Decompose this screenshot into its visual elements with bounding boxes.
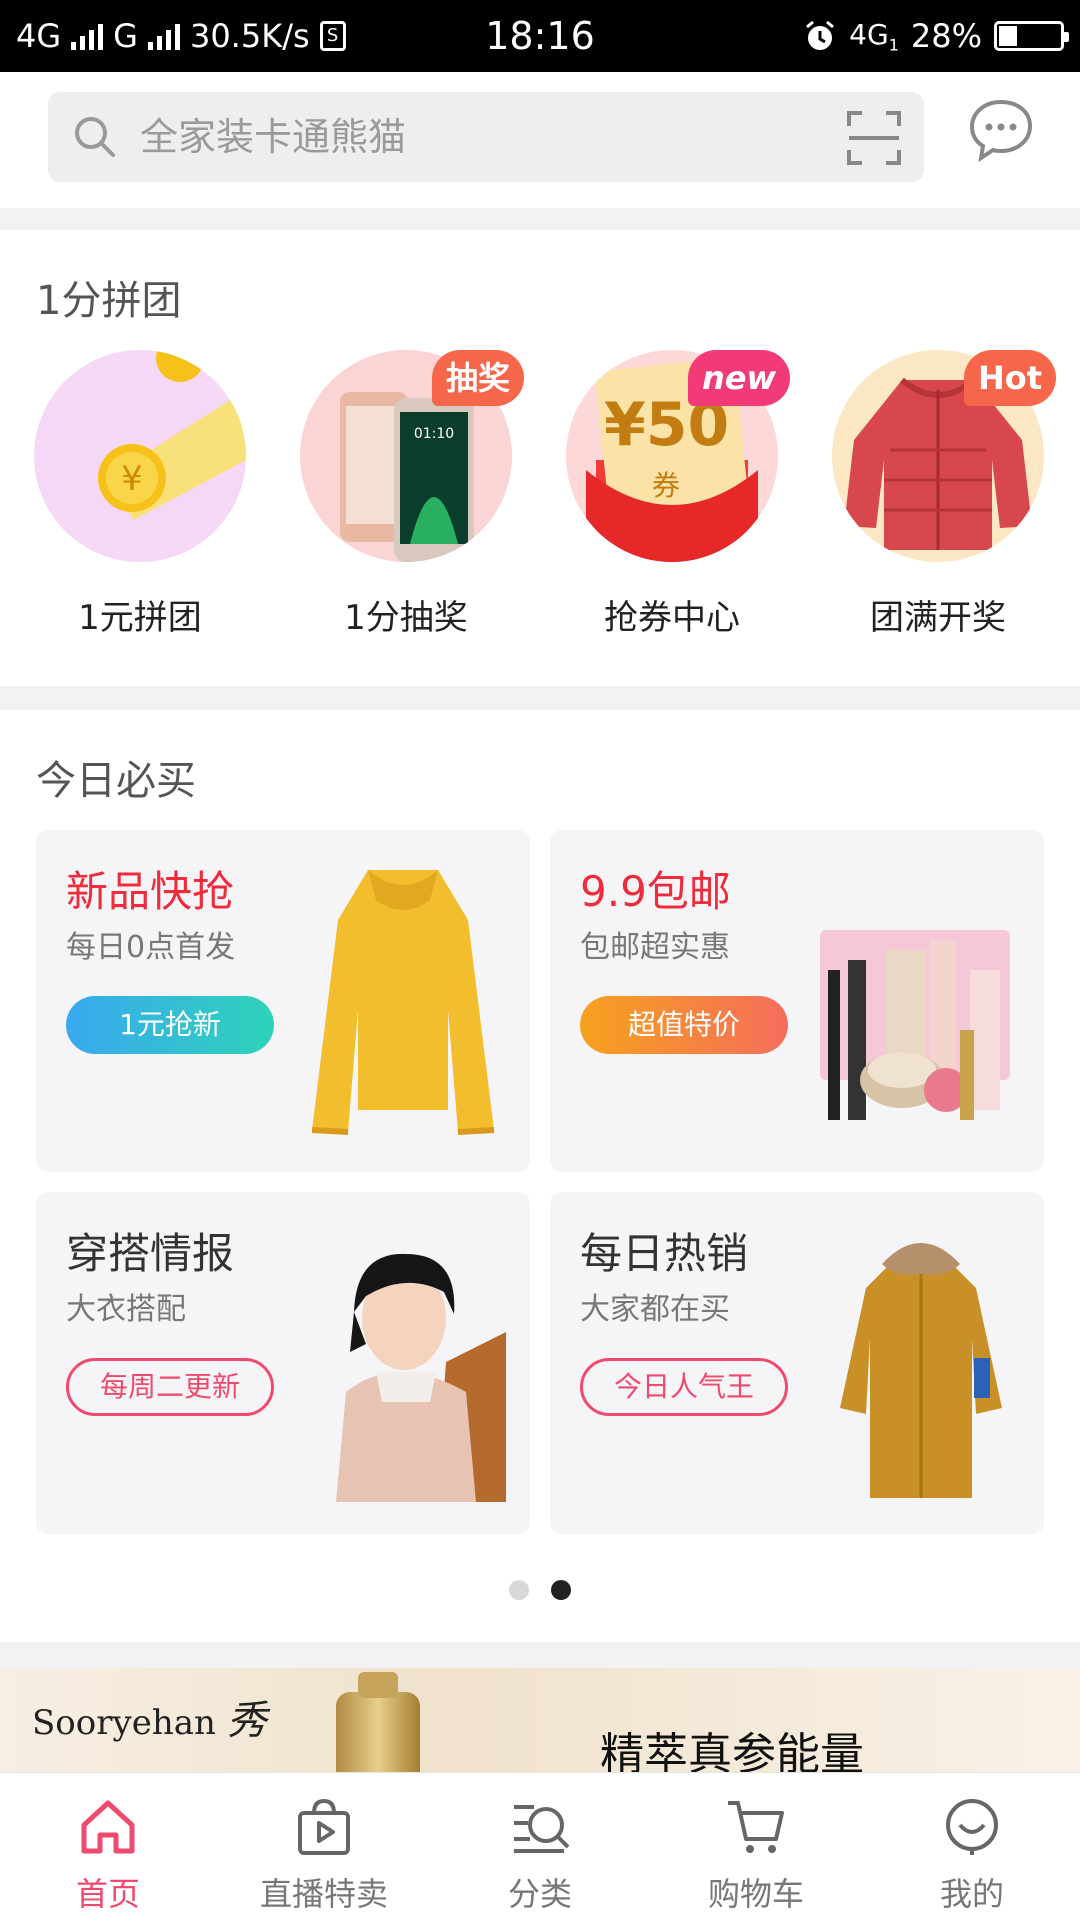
- tab-label: 购物车: [707, 1875, 804, 1913]
- svg-text:01:10: 01:10: [414, 426, 454, 442]
- group-item-label: 抢券中心: [604, 598, 740, 638]
- new-badge: new: [687, 350, 790, 406]
- parka-image: [840, 1243, 1002, 1498]
- page-dot[interactable]: [509, 1580, 529, 1600]
- card-title: 每日热销: [580, 1229, 749, 1278]
- category-search-icon: [514, 1805, 570, 1853]
- model-image: [336, 1253, 506, 1502]
- tab-home[interactable]: 首页: [0, 1773, 216, 1920]
- group-item-label: 1元拼团: [78, 598, 202, 638]
- coin-icon: ¥: [34, 350, 246, 562]
- battery-icon: [994, 21, 1069, 51]
- card-title: 新品快抢: [66, 867, 235, 916]
- card-title: 9.9包邮: [580, 867, 731, 916]
- card-button[interactable]: 今日人气王: [580, 1358, 788, 1416]
- alarm-icon: [806, 20, 835, 50]
- search-bar[interactable]: 全家装卡通熊猫: [48, 92, 924, 182]
- tab-label: 直播特卖: [259, 1875, 388, 1913]
- hot-badge: Hot: [963, 350, 1056, 406]
- group-item-label: 团满开奖: [870, 598, 1006, 638]
- search-input[interactable]: 全家装卡通熊猫: [140, 92, 406, 182]
- lottery-badge: 抽奖: [431, 350, 524, 406]
- tab-category[interactable]: 分类: [432, 1773, 648, 1920]
- card-button[interactable]: 每周二更新: [66, 1358, 274, 1416]
- tab-label: 分类: [507, 1875, 572, 1913]
- card-subtitle: 包邮超实惠: [580, 930, 730, 965]
- network-sim-index: 1: [888, 35, 899, 55]
- banner-headline: 精萃真参能量: [600, 1729, 864, 1778]
- status-right: 4G1 28%: [803, 0, 1069, 72]
- card-free-shipping[interactable]: 9.9包邮 包邮超实惠 超值特价: [550, 830, 1044, 1172]
- card-subtitle: 大衣搭配: [66, 1292, 186, 1327]
- svg-text:¥: ¥: [121, 459, 143, 499]
- tab-cart[interactable]: 购物车: [648, 1773, 864, 1920]
- sweater-image: [311, 870, 495, 1135]
- message-icon[interactable]: [966, 96, 1036, 166]
- group-item-lottery[interactable]: 01:10 抽奖 1分抽奖: [296, 350, 524, 640]
- cart-icon: [728, 1801, 784, 1853]
- cosmetics-image: [820, 930, 1010, 1120]
- tab-label: 我的: [939, 1875, 1004, 1913]
- promo-banner[interactable]: Sooryehan 秀 精萃真参能量: [0, 1668, 1080, 1778]
- home-icon: [81, 1800, 135, 1854]
- status-bar: 4G G 30.5K/s S 18:16 4G1 28%: [0, 0, 1080, 72]
- tab-live-sale[interactable]: 直播特卖: [216, 1773, 432, 1920]
- group-item-1yuan[interactable]: ¥ 1元拼团: [30, 350, 250, 640]
- page-dot-active[interactable]: [551, 1580, 571, 1600]
- banner-brand: Sooryehan 秀: [32, 1688, 267, 1746]
- coupon-sub: 券: [652, 469, 681, 502]
- daily-must-buy-section: 今日必买 新品快抢 每日0点首发 1元抢新 9.9包邮 包邮超实惠 超值特价 穿…: [0, 710, 1080, 1642]
- card-subtitle: 每日0点首发: [66, 930, 236, 965]
- page-indicator: [0, 1580, 1080, 1600]
- card-new-arrivals[interactable]: 新品快抢 每日0点首发 1元抢新: [36, 830, 530, 1172]
- header: 全家装卡通熊猫: [0, 72, 1080, 208]
- card-daily-hot[interactable]: 每日热销 大家都在买 今日人气王: [550, 1192, 1044, 1534]
- group-buy-title: 1分拼团: [36, 278, 182, 324]
- live-bag-icon: [298, 1798, 350, 1855]
- search-icon: [75, 117, 115, 157]
- product-bottle-image: [336, 1672, 420, 1778]
- group-buy-section: 1分拼团 ¥ 1元拼团 01:10 抽奖 1分抽奖 ¥50 券 new 抢券中心…: [0, 230, 1080, 686]
- daily-must-buy-title: 今日必买: [36, 758, 196, 804]
- card-outfit-news[interactable]: 穿搭情报 大衣搭配 每周二更新: [36, 1192, 530, 1534]
- card-title: 穿搭情报: [66, 1229, 235, 1278]
- banner-brand-name: Sooryehan: [32, 1703, 216, 1743]
- scan-icon[interactable]: [846, 110, 902, 166]
- card-button[interactable]: 超值特价: [580, 996, 788, 1054]
- card-button[interactable]: 1元抢新: [66, 996, 274, 1054]
- profile-icon: [946, 1799, 998, 1855]
- banner-brand-mark: 秀: [226, 1698, 267, 1744]
- card-subtitle: 大家都在买: [580, 1292, 730, 1327]
- tab-label: 首页: [75, 1875, 140, 1913]
- group-item-full-draw[interactable]: Hot 团满开奖: [828, 350, 1056, 640]
- group-item-label: 1分抽奖: [344, 598, 468, 638]
- network-type-right: 4G: [849, 17, 889, 51]
- tab-profile[interactable]: 我的: [864, 1773, 1080, 1920]
- bottom-tab-bar: 首页 直播特卖 分类 购物车 我的: [0, 1772, 1080, 1920]
- battery-percent: 28%: [910, 17, 982, 55]
- group-item-coupon-center[interactable]: ¥50 券 new 抢券中心: [562, 350, 790, 640]
